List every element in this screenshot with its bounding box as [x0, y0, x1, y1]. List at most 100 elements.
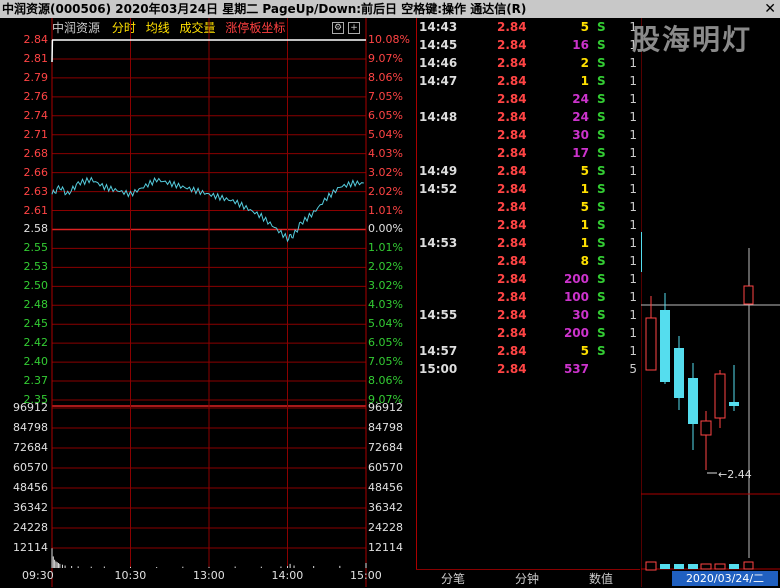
tick-price: 2.84	[497, 56, 527, 70]
tick-row: 14:43 2.84 5 S 1	[417, 18, 641, 36]
tick-count: 1	[629, 128, 637, 142]
volume-tick-label: 72684	[368, 441, 403, 454]
percent-tick-label: 2.02%	[368, 184, 403, 198]
tick-time: 14:45	[419, 38, 458, 52]
tick-row: 2.84 24 S 1	[417, 90, 641, 108]
tick-flag: S	[597, 164, 606, 178]
tick-row: 14:47 2.84 1 S 1	[417, 72, 641, 90]
percent-tick-label: 2.02%	[368, 260, 403, 274]
percent-tick-label: 0.00%	[368, 222, 403, 236]
tick-count: 1	[629, 290, 637, 304]
tick-flag: S	[597, 218, 606, 232]
low-price-label: 2.44	[727, 468, 752, 481]
tick-volume: 30	[572, 128, 589, 142]
tab-fenzhong[interactable]: 分钟	[490, 570, 564, 588]
tick-row: 2.84 200 S 1	[417, 270, 641, 288]
tick-row: 2.84 100 S 1	[417, 288, 641, 306]
tab-fenbi[interactable]: 分笔	[416, 570, 490, 588]
price-tick-label: 2.55	[23, 241, 49, 255]
tick-count: 1	[629, 164, 637, 178]
tick-volume: 30	[572, 308, 589, 322]
tick-time: 14:52	[419, 182, 458, 196]
price-tick-label: 2.74	[23, 108, 49, 122]
percent-tick-label: 1.01%	[368, 241, 403, 255]
volume-tick-label: 12114	[13, 541, 48, 554]
window-title: 中润资源(000506) 2020年03月24日 星期二 PageUp/Down…	[2, 2, 527, 16]
tick-price: 2.84	[497, 38, 527, 52]
price-tick-label: 2.66	[23, 165, 49, 179]
date-tag: 2020/03/24/二	[672, 571, 778, 586]
tick-volume: 8	[580, 254, 589, 268]
tick-price: 2.84	[497, 128, 527, 142]
tick-volume: 1	[580, 218, 589, 232]
percent-tick-label: 3.02%	[368, 279, 403, 293]
price-tick-label: 2.40	[23, 355, 49, 369]
volume-tick-label: 36342	[13, 501, 48, 514]
volume-tick-label: 60570	[13, 461, 48, 474]
kline-svg	[641, 18, 780, 587]
tick-time: 14:47	[419, 74, 458, 88]
tick-row: 14:57 2.84 5 S 1	[417, 342, 641, 360]
tick-flag: S	[597, 290, 606, 304]
percent-tick-label: 1.01%	[368, 203, 403, 217]
intraday-chart-svg	[51, 18, 367, 587]
price-tick-label: 2.76	[23, 89, 49, 103]
percent-tick-label: 8.06%	[368, 374, 403, 388]
percent-tick-label: 10.08%	[368, 33, 410, 46]
volume-tick-label: 60570	[368, 461, 403, 474]
tick-price: 2.84	[497, 290, 527, 304]
tick-price: 2.84	[497, 254, 527, 268]
watermark-logo: 股海明灯	[632, 23, 753, 56]
percent-tick-label: 6.05%	[368, 108, 403, 122]
tick-count: 1	[629, 182, 637, 196]
tick-price: 2.84	[497, 182, 527, 196]
tick-count: 1	[629, 272, 637, 286]
tick-volume: 5	[580, 20, 589, 34]
low-price-marker: ←2.44	[718, 468, 752, 481]
tick-row: 14:53 2.84 1 S 1	[417, 234, 641, 252]
tick-time: 14:43	[419, 20, 458, 34]
tick-time: 14:53	[419, 236, 458, 250]
kline-candle	[645, 296, 657, 371]
price-tick-label: 2.37	[23, 374, 49, 388]
tick-row: 15:00 2.84 537 5	[417, 360, 641, 378]
tick-volume: 17	[572, 146, 589, 160]
tick-price: 2.84	[497, 218, 527, 232]
tick-flag: S	[597, 38, 606, 52]
volume-tick-label: 36342	[368, 501, 403, 514]
tick-time: 14:49	[419, 164, 458, 178]
tick-price: 2.84	[497, 362, 527, 376]
close-icon[interactable]: ✕	[762, 0, 776, 18]
volume-tick-label: 84798	[13, 421, 48, 434]
tick-price: 2.84	[497, 74, 527, 88]
percent-tick-label: 9.07%	[368, 51, 403, 65]
volume-tick-label: 24228	[13, 521, 48, 534]
tick-volume: 24	[572, 92, 589, 106]
tick-price: 2.84	[497, 146, 527, 160]
tab-shuzhi[interactable]: 数值	[564, 570, 638, 588]
volume-tick-label: 96912	[368, 401, 403, 414]
percent-tick-label: 5.04%	[368, 317, 403, 331]
tick-volume: 537	[563, 362, 589, 376]
kline-candle	[743, 285, 754, 305]
tick-volume: 2	[580, 56, 589, 70]
tick-count: 1	[629, 254, 637, 268]
tick-list[interactable]: 14:43 2.84 5 S 1 14:45 2.84 16 S 1 14:46 2.84 2 S 1 14:…	[416, 18, 641, 570]
tick-row: 14:49 2.84 5 S 1	[417, 162, 641, 180]
tick-volume: 5	[580, 344, 589, 358]
price-tick-label: 2.81	[23, 51, 49, 65]
tick-flag: S	[597, 92, 606, 106]
tick-row: 14:52 2.84 1 S 1	[417, 180, 641, 198]
percent-tick-label: 4.03%	[368, 298, 403, 312]
tick-price: 2.84	[497, 308, 527, 322]
tick-count: 5	[629, 362, 637, 376]
percent-tick-label: 7.05%	[368, 89, 403, 103]
tick-row: 14:46 2.84 2 S 1	[417, 54, 641, 72]
time-tick-label: 15:00	[350, 569, 382, 582]
tick-volume: 16	[572, 38, 589, 52]
tick-row: 2.84 200 S 1	[417, 324, 641, 342]
tick-volume: 100	[563, 290, 589, 304]
price-tick-label: 2.50	[23, 279, 49, 293]
volume-tick-label: 48456	[13, 481, 48, 494]
tick-volume: 1	[580, 182, 589, 196]
